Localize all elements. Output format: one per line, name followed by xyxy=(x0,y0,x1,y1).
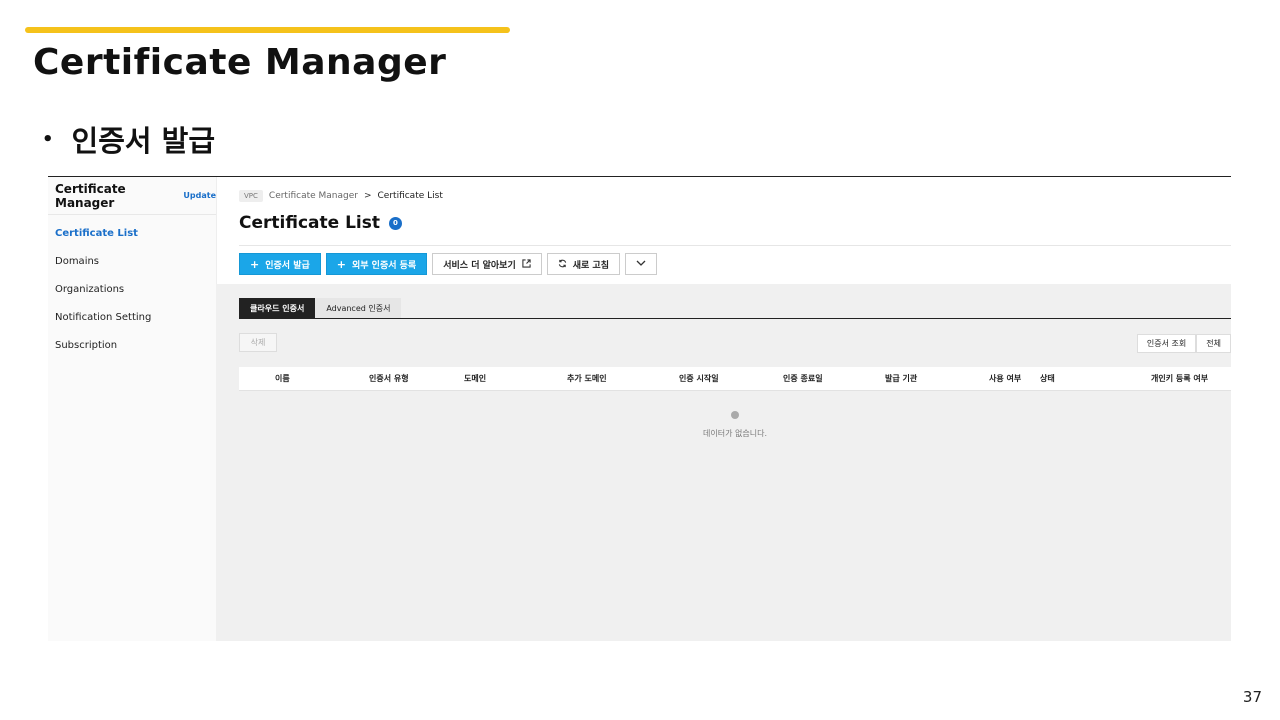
column-header-in-use[interactable]: 사용 여부 xyxy=(989,367,1021,390)
update-link[interactable]: Update xyxy=(183,191,216,200)
plus-icon: + xyxy=(250,257,260,271)
tabs-underline xyxy=(239,318,1231,319)
sidebar: Certificate Manager Update Certificate L… xyxy=(48,177,217,641)
column-header-issuer[interactable]: 발급 기관 xyxy=(885,367,917,390)
refresh-label: 새로 고침 xyxy=(572,260,609,271)
register-external-certificate-button[interactable]: + 외부 인증서 등록 xyxy=(325,253,428,275)
page-title-text: Certificate List xyxy=(239,213,380,233)
column-header-additional-domain[interactable]: 추가 도메인 xyxy=(567,367,607,390)
refresh-icon xyxy=(558,258,567,271)
sidebar-header: Certificate Manager Update xyxy=(48,177,216,215)
refresh-button[interactable]: 새로 고침 xyxy=(546,253,620,275)
issue-certificate-button[interactable]: + 인증서 발급 xyxy=(239,253,321,275)
page-title: Certificate List 0 xyxy=(239,213,402,233)
breadcrumb: VPC Certificate Manager > Certificate Li… xyxy=(239,190,443,202)
vpc-badge: VPC xyxy=(239,190,263,202)
main-panel: VPC Certificate Manager > Certificate Li… xyxy=(216,177,1231,641)
issue-certificate-label: 인증서 발급 xyxy=(265,260,310,271)
toolbar: + 인증서 발급 + 외부 인증서 등록 서비스 더 알아보기 새로 고침 xyxy=(239,253,662,275)
sidebar-item-domains[interactable]: Domains xyxy=(48,248,216,276)
empty-state: 데이터가 없습니다. xyxy=(239,411,1231,439)
console-screenshot: Certificate Manager Update Certificate L… xyxy=(48,176,1231,641)
table-header: 이름 인증서 유형 도메인 추가 도메인 인증 시작일 인증 종료일 발급 기관… xyxy=(239,367,1231,391)
column-header-name[interactable]: 이름 xyxy=(275,367,290,390)
bullet-dot: • xyxy=(42,128,54,150)
filter-all-select[interactable]: 전체 xyxy=(1196,334,1231,353)
title-accent-bar xyxy=(25,27,510,33)
tab-advanced-certificate[interactable]: Advanced 인증서 xyxy=(315,298,402,318)
sidebar-item-organizations[interactable]: Organizations xyxy=(48,276,216,304)
empty-message: 데이터가 없습니다. xyxy=(703,429,767,438)
chevron-right-icon: > xyxy=(363,191,372,201)
learn-more-label: 서비스 더 알아보기 xyxy=(443,260,516,271)
slide-title: Certificate Manager xyxy=(33,42,447,83)
title-divider xyxy=(239,245,1231,246)
sidebar-title: Certificate Manager xyxy=(55,181,126,210)
content-area: 클라우드 인증서 Advanced 인증서 삭제 인증서 조회 전체 이름 인증… xyxy=(216,284,1231,641)
chevron-down-icon xyxy=(636,259,646,269)
sidebar-item-notification-setting[interactable]: Notification Setting xyxy=(48,304,216,332)
learn-more-button[interactable]: 서비스 더 알아보기 xyxy=(432,253,542,275)
column-header-start-date[interactable]: 인증 시작일 xyxy=(679,367,719,390)
external-link-icon xyxy=(522,258,531,270)
tab-cloud-certificate[interactable]: 클라우드 인증서 xyxy=(239,298,316,318)
delete-button[interactable]: 삭제 xyxy=(239,333,277,352)
sidebar-item-certificate-list[interactable]: Certificate List xyxy=(48,220,216,248)
count-badge: 0 xyxy=(388,216,402,230)
page-number: 37 xyxy=(1242,688,1262,706)
column-header-type[interactable]: 인증서 유형 xyxy=(369,367,409,390)
column-header-domain[interactable]: 도메인 xyxy=(464,367,486,390)
sidebar-item-subscription[interactable]: Subscription xyxy=(48,332,216,360)
plus-icon: + xyxy=(336,257,346,271)
filter-group: 인증서 조회 전체 xyxy=(1136,334,1231,353)
column-header-private-key[interactable]: 개인키 등록 여부 xyxy=(1151,367,1208,390)
bullet-text: 인증서 발급 xyxy=(71,124,216,158)
slide-bullet: • 인증서 발급 xyxy=(42,118,215,160)
breadcrumb-item-certificate-list: Certificate List xyxy=(377,191,443,201)
column-header-end-date[interactable]: 인증 종료일 xyxy=(783,367,823,390)
certificate-search-button[interactable]: 인증서 조회 xyxy=(1136,334,1197,353)
empty-icon xyxy=(731,411,739,419)
register-external-certificate-label: 외부 인증서 등록 xyxy=(351,260,417,271)
breadcrumb-item-certificate-manager[interactable]: Certificate Manager xyxy=(269,191,358,201)
column-header-status[interactable]: 상태 xyxy=(1040,367,1055,390)
sidebar-nav: Certificate List Domains Organizations N… xyxy=(48,215,216,360)
more-dropdown-button[interactable] xyxy=(625,253,657,275)
certificate-tabs: 클라우드 인증서 Advanced 인증서 xyxy=(239,298,402,318)
